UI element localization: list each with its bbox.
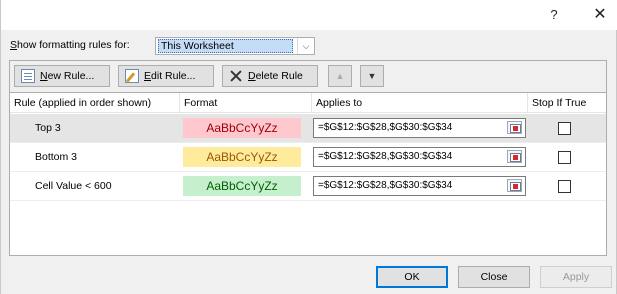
format-preview: AaBbCcYyZz	[183, 147, 301, 167]
stop-if-true-checkbox[interactable]	[558, 151, 571, 164]
apply-button[interactable]: Apply	[540, 266, 612, 288]
rule-name: Top 3	[35, 122, 61, 134]
delete-rule-button[interactable]: Delete Rule	[222, 65, 318, 87]
table-header: Rule (applied in order shown) Format App…	[10, 93, 606, 113]
column-header-applies-to: Applies to	[312, 93, 528, 113]
range-selector-icon[interactable]	[507, 150, 522, 163]
move-up-button[interactable]: ▲	[328, 65, 352, 87]
applies-to-value: =$G$12:$G$28,$G$30:$G$34	[318, 122, 453, 133]
applies-to-field[interactable]: =$G$12:$G$28,$G$30:$G$34	[313, 147, 526, 167]
rule-row[interactable]: Top 3 AaBbCcYyZz =$G$12:$G$28,$G$30:$G$3…	[10, 114, 606, 143]
format-preview: AaBbCcYyZz	[183, 176, 301, 196]
new-rule-label: New Rule...	[40, 70, 95, 82]
range-selector-icon[interactable]	[507, 121, 522, 134]
move-down-button[interactable]: ▼	[360, 65, 384, 87]
delete-x-icon	[229, 69, 243, 83]
applies-to-field[interactable]: =$G$12:$G$28,$G$30:$G$34	[313, 118, 526, 138]
close-button[interactable]: Close	[458, 266, 530, 288]
help-button[interactable]: ?	[544, 5, 564, 25]
show-rules-label: Show formatting rules for:	[10, 39, 130, 51]
applies-to-value: =$G$12:$G$28,$G$30:$G$34	[318, 151, 453, 162]
chevron-down-icon[interactable]: ⌵	[297, 38, 314, 54]
close-icon[interactable]: ✕	[590, 5, 610, 25]
delete-rule-label: Delete Rule	[248, 70, 303, 82]
column-header-rule: Rule (applied in order shown)	[10, 93, 180, 113]
applies-to-field[interactable]: =$G$12:$G$28,$G$30:$G$34	[313, 176, 526, 196]
conditional-formatting-rules-manager-dialog: ? ✕ Show formatting rules for: This Work…	[0, 0, 617, 294]
new-rule-button[interactable]: New Rule...	[14, 65, 110, 87]
rule-row[interactable]: Bottom 3 AaBbCcYyZz =$G$12:$G$28,$G$30:$…	[10, 143, 606, 172]
stop-if-true-checkbox[interactable]	[558, 180, 571, 193]
rule-name: Cell Value < 600	[35, 180, 112, 192]
rule-name: Bottom 3	[35, 151, 78, 163]
title-bar: ? ✕	[1, 0, 617, 30]
applies-to-value: =$G$12:$G$28,$G$30:$G$34	[318, 180, 453, 191]
edit-rule-label: Edit Rule...	[144, 70, 196, 82]
column-header-format: Format	[180, 93, 312, 113]
rules-table: Rule (applied in order shown) Format App…	[10, 92, 606, 255]
range-selector-icon[interactable]	[507, 179, 522, 192]
column-header-stop-if-true: Stop If True	[532, 97, 587, 109]
ok-button[interactable]: OK	[376, 266, 448, 288]
edit-rule-button[interactable]: Edit Rule...	[118, 65, 214, 87]
show-rules-selected-value: This Worksheet	[158, 39, 293, 53]
stop-if-true-checkbox[interactable]	[558, 122, 571, 135]
edit-rule-icon	[125, 69, 139, 83]
rules-group: New Rule... Edit Rule... Delete Rule ▲ ▼…	[9, 60, 607, 256]
format-preview: AaBbCcYyZz	[183, 118, 301, 138]
rule-row[interactable]: Cell Value < 600 AaBbCcYyZz =$G$12:$G$28…	[10, 172, 606, 201]
show-rules-dropdown[interactable]: This Worksheet ⌵	[155, 37, 315, 55]
new-rule-icon	[21, 69, 35, 83]
